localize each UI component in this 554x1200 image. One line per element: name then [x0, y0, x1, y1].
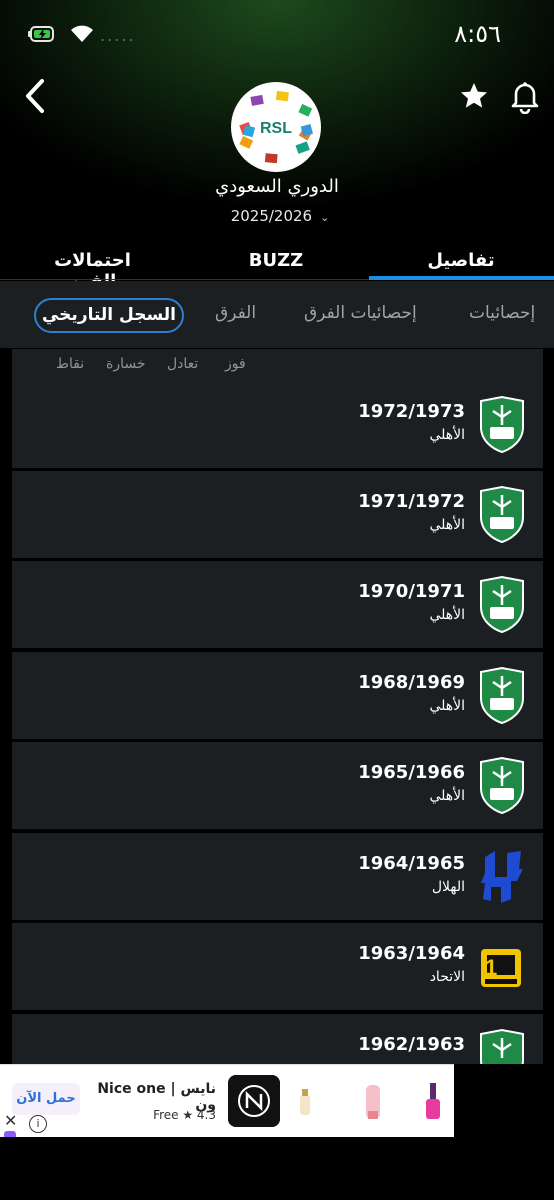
league-title: الدوري السعودي — [215, 176, 339, 197]
svg-text:1: 1 — [485, 955, 497, 980]
season-year: 1971/1972 — [358, 491, 465, 512]
club-name: الأهلي — [429, 607, 465, 623]
season-year: 1970/1971 — [358, 581, 465, 602]
history-row[interactable]: 1964/1965 الهلال — [12, 833, 543, 923]
tab-buzz[interactable]: BUZZ — [236, 250, 316, 271]
season-year: 1964/1965 — [358, 853, 465, 874]
header: ..... ٨:٥٦ RSL الدوري السعودي 2025/2026 … — [0, 0, 554, 292]
history-row[interactable]: 1971/1972 الأهلي — [12, 471, 543, 561]
wifi-icon — [71, 25, 93, 42]
history-row[interactable]: 1970/1971 الأهلي — [12, 561, 543, 651]
season-year: 1963/1964 — [358, 943, 465, 964]
back-button[interactable] — [18, 76, 54, 116]
al-ahli-crest-icon — [480, 666, 524, 724]
chevron-down-icon: ⌄ — [320, 211, 330, 224]
club-name: الأهلي — [429, 788, 465, 804]
season-year: 1965/1966 — [358, 762, 465, 783]
season-year: 1968/1969 — [358, 672, 465, 693]
col-loss: خسارة — [106, 356, 146, 372]
subtab-teams[interactable]: الفرق — [215, 303, 256, 323]
club-name: الأهلي — [429, 517, 465, 533]
subtab-stats[interactable]: إحصائيات — [469, 303, 535, 323]
ad-download-button[interactable]: حمل الآن — [12, 1083, 80, 1115]
history-row[interactable]: 1965/1966 الأهلي — [12, 742, 543, 832]
clock: ٨:٥٦ — [454, 20, 501, 48]
history-row[interactable]: 1 1963/1964 الاتحاد — [12, 923, 543, 1013]
signal-indicator: ..... — [100, 26, 136, 45]
club-name: الهلال — [431, 879, 465, 895]
ad-banner[interactable]: حمل الآن Nice one | نايس ون Free ★ 4.3 ✕… — [0, 1064, 454, 1143]
ad-products-image — [300, 1083, 440, 1119]
col-draw: تعادل — [167, 356, 199, 372]
main-tabs: احتمالات الفوز BUZZ تفاصيل — [0, 242, 554, 292]
logo-text: RSL — [260, 120, 292, 137]
ad-rating: Free ★ 4.3 — [153, 1108, 216, 1122]
ad-close-icon[interactable]: ✕ — [4, 1111, 17, 1130]
club-name: الأهلي — [429, 427, 465, 443]
subtab-team-stats[interactable]: إحصائيات الفرق — [304, 303, 417, 323]
col-points: نقاط — [56, 356, 85, 372]
history-row[interactable]: 1968/1969 الأهلي — [12, 652, 543, 742]
bell-icon[interactable] — [508, 78, 542, 114]
tab-details[interactable]: تفاصيل — [411, 250, 511, 271]
nice-one-app-icon — [228, 1075, 280, 1127]
season-label: 2025/2026 — [230, 207, 313, 225]
sub-tabs: السجل التاريخي الفرق إحصائيات الفرق إحصا… — [0, 281, 554, 348]
rsl-logo-icon: RSL — [239, 90, 313, 164]
table-header: نقاط خسارة تعادل فوز — [12, 349, 543, 381]
history-row[interactable]: 1972/1973 الأهلي — [12, 381, 543, 471]
col-win: فوز — [225, 356, 246, 372]
al-ahli-crest-icon — [480, 756, 524, 814]
ad-side-strip — [454, 1064, 554, 1137]
al-hilal-crest-icon — [481, 851, 523, 903]
club-name: الأهلي — [429, 698, 465, 714]
battery-charging-icon — [28, 26, 54, 42]
active-tab-indicator — [369, 276, 554, 280]
club-name: الاتحاد — [429, 969, 465, 985]
status-bar: ..... ٨:٥٦ — [0, 0, 554, 70]
favorite-star-icon[interactable] — [458, 80, 490, 112]
season-year: 1972/1973 — [358, 401, 465, 422]
al-ittihad-crest-icon: 1 — [481, 949, 521, 987]
al-ahli-crest-icon — [480, 485, 524, 543]
ad-info-icon[interactable]: i — [29, 1115, 47, 1133]
season-selector[interactable]: 2025/2026 ⌄ — [200, 207, 360, 225]
season-year: 1962/1963 — [358, 1034, 465, 1055]
league-logo: RSL — [231, 82, 321, 172]
subtab-history[interactable]: السجل التاريخي — [34, 298, 184, 333]
al-ahli-crest-icon — [480, 575, 524, 633]
al-ahli-crest-icon — [480, 395, 524, 453]
bottom-bar — [0, 1137, 554, 1200]
